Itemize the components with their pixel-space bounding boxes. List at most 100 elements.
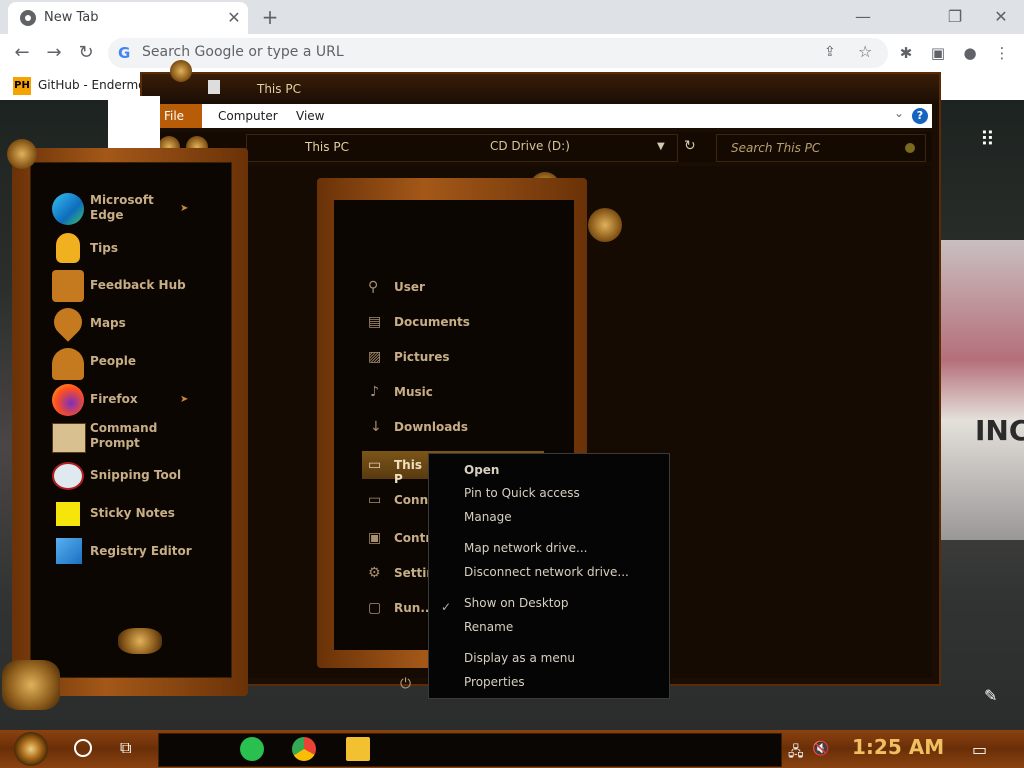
app-sticky-notes[interactable]: Sticky Notes	[52, 498, 242, 532]
notifications-icon[interactable]: ▭	[972, 740, 987, 759]
ctx-show-on-desktop[interactable]: Show on Desktop	[464, 596, 568, 610]
arrow-right-icon[interactable]: ➤	[180, 394, 188, 405]
omnibox[interactable]: G Search Google or type a URL ⇪ ☆	[108, 38, 888, 68]
address-dropdown-icon[interactable]: ▼	[657, 141, 665, 152]
refresh-icon[interactable]: ↻	[684, 138, 696, 154]
cd-drive-icon[interactable]	[588, 208, 622, 242]
control-panel-icon: ▣	[368, 530, 382, 546]
app-snipping-tool[interactable]: Snipping Tool	[52, 460, 242, 494]
place-music[interactable]: ♪ Music	[368, 384, 548, 404]
place-connect[interactable]: ▭ Conne	[368, 492, 436, 512]
back-button[interactable]: ←	[10, 42, 34, 64]
feedback-icon	[52, 270, 84, 302]
new-tab-button[interactable]: +	[258, 6, 282, 30]
side-panel-icon[interactable]: ▣	[926, 42, 950, 64]
chrome-icon	[20, 10, 36, 26]
place-user[interactable]: ⚲ User	[368, 279, 548, 299]
app-maps[interactable]: Maps	[48, 302, 242, 342]
app-label: Registry Editor	[90, 544, 192, 558]
task-view-icon[interactable]: ⧉	[120, 738, 131, 758]
restore-button[interactable]: ❐	[932, 4, 978, 30]
start-button[interactable]	[14, 732, 48, 766]
explorer-titlebar: This PC	[142, 60, 939, 104]
ribbon-tab-computer[interactable]: Computer	[218, 104, 278, 128]
corner-gear-icon	[7, 139, 37, 169]
extensions-icon[interactable]: ✱	[894, 42, 918, 64]
music-icon: ♪	[370, 384, 379, 400]
place-documents[interactable]: ▤ Documents	[368, 314, 548, 334]
download-icon: ↓	[370, 419, 382, 435]
app-tips[interactable]: Tips	[52, 233, 242, 267]
ribbon-expand-icon[interactable]: ⌄	[894, 106, 904, 120]
app-firefox[interactable]: Firefox ➤	[52, 384, 242, 418]
app-command-prompt[interactable]: Command Prompt	[52, 421, 242, 455]
app-label: Maps	[90, 316, 126, 330]
ribbon-tab-view[interactable]: View	[296, 104, 324, 128]
explorer-title: This PC	[257, 82, 301, 96]
app-feedback-hub[interactable]: Feedback Hub	[52, 270, 242, 304]
place-run[interactable]: ▢ Run...	[368, 600, 434, 620]
chrome-taskbar-icon[interactable]	[292, 737, 316, 761]
clock[interactable]: 1:25 AM	[852, 735, 944, 759]
run-icon: ▢	[368, 600, 382, 616]
firefox-icon	[52, 384, 84, 416]
place-pictures[interactable]: ▨ Pictures	[368, 349, 548, 369]
app-people[interactable]: People	[52, 346, 242, 380]
cd-drive-label[interactable]: CD Drive (D:)	[490, 139, 570, 153]
spotify-icon[interactable]	[240, 737, 264, 761]
reload-button[interactable]: ↻	[74, 42, 98, 64]
ctx-pin-quick-access[interactable]: Pin to Quick access	[464, 486, 580, 500]
user-icon: ⚲	[368, 279, 379, 295]
steampunk-lamp-icon	[118, 628, 162, 654]
app-label: People	[90, 354, 137, 368]
close-window-button[interactable]: ✕	[978, 4, 1024, 30]
forward-button[interactable]: →	[42, 42, 66, 64]
share-icon[interactable]: ⇪	[824, 44, 836, 60]
snipping-tool-icon	[52, 462, 84, 490]
people-icon	[52, 348, 84, 380]
google-icon: G	[118, 44, 131, 62]
bookmark-star-icon[interactable]: ☆	[858, 42, 872, 61]
minimize-button[interactable]: —	[840, 4, 886, 30]
app-label: Command	[90, 421, 158, 435]
steampunk-machine-icon	[2, 660, 60, 710]
ctx-properties[interactable]: Properties	[464, 675, 525, 689]
chrome-menu-icon[interactable]: ⋮	[990, 42, 1014, 64]
ctx-manage[interactable]: Manage	[464, 510, 512, 524]
ctx-disconnect-network-drive[interactable]: Disconnect network drive...	[464, 565, 629, 579]
arrow-right-icon[interactable]: ➤	[180, 203, 188, 214]
place-this-pc[interactable]: ▭ This P	[368, 457, 428, 486]
place-label: User	[394, 280, 425, 294]
bookmark-github[interactable]: GitHub - Endermo	[38, 78, 145, 92]
tab-title: New Tab	[44, 10, 99, 25]
app-microsoft-edge[interactable]: Microsoft Edge ➤	[52, 193, 242, 227]
profile-avatar[interactable]: ●	[958, 42, 982, 64]
place-downloads[interactable]: ↓ Downloads	[368, 419, 548, 439]
ctx-display-as-menu[interactable]: Display as a menu	[464, 651, 575, 665]
search-input[interactable]: Search This PC	[716, 134, 926, 162]
address-bar[interactable]: This PC ▼	[246, 134, 678, 162]
help-icon[interactable]: ?	[912, 108, 928, 124]
power-icon[interactable]: ⏻	[400, 676, 411, 692]
ctx-open[interactable]: Open	[464, 463, 499, 477]
edit-pencil-icon[interactable]: ✎	[984, 686, 997, 705]
file-explorer-icon[interactable]	[346, 737, 370, 761]
page-icon	[208, 80, 220, 94]
cortana-circle-icon[interactable]	[74, 739, 92, 757]
place-control-panel[interactable]: ▣ Contro	[368, 530, 440, 550]
tab-close-icon[interactable]: ✕	[224, 8, 244, 28]
connect-icon: ▭	[368, 492, 382, 508]
edge-icon	[52, 193, 84, 225]
ctx-rename[interactable]: Rename	[464, 620, 513, 634]
app-registry-editor[interactable]: Registry Editor	[52, 536, 242, 570]
ctx-map-network-drive[interactable]: Map network drive...	[464, 541, 588, 555]
gear-icon	[170, 60, 192, 82]
volume-muted-icon[interactable]: 🔇	[812, 741, 829, 757]
tab-new-tab[interactable]: New Tab ✕	[8, 2, 248, 34]
search-icon[interactable]	[905, 143, 915, 153]
apps-grid-icon[interactable]: ⠿	[980, 127, 995, 151]
place-settings[interactable]: ⚙ Settin	[368, 565, 435, 585]
place-label: Pictures	[394, 350, 450, 364]
network-icon[interactable]: 🖧	[788, 741, 804, 765]
document-icon: ▤	[368, 314, 382, 330]
